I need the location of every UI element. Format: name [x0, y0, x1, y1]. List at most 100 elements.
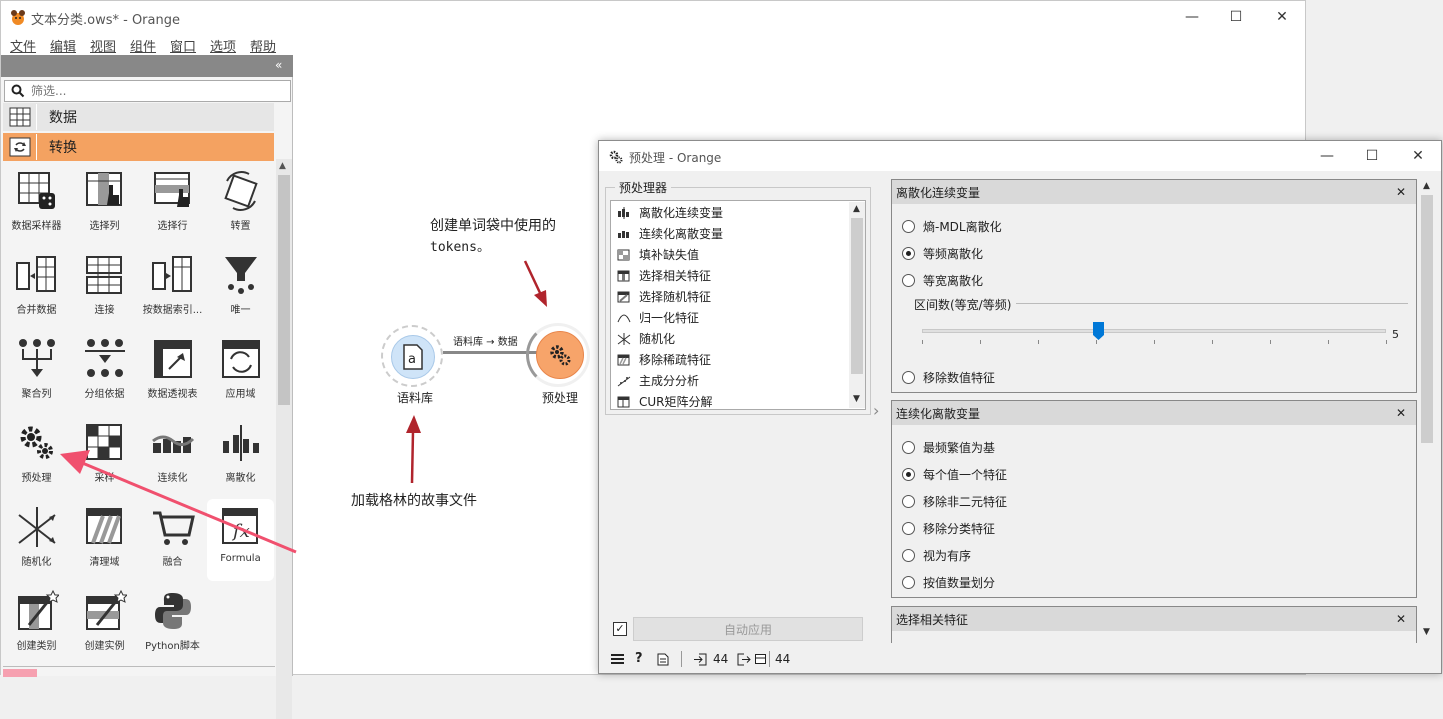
radio-remove-numeric[interactable]: 移除数值特征: [902, 369, 995, 386]
scroll-thumb[interactable]: [278, 175, 290, 405]
annotation-top-line1[interactable]: 创建单词袋中使用的: [430, 215, 556, 235]
menu-file[interactable]: 文件: [10, 36, 36, 55]
widget-aggregate-columns[interactable]: 聚合列: [3, 331, 70, 415]
menu-view[interactable]: 视图: [90, 36, 116, 55]
radio-one-per-value[interactable]: 每个值一个特征: [902, 466, 1007, 483]
menu-options[interactable]: 选项: [210, 36, 236, 55]
annotation-bottom[interactable]: 加载格林的故事文件: [351, 490, 477, 510]
radio-label: 熵-MDL离散化: [923, 220, 1002, 234]
widget-merge-data[interactable]: 合并数据: [3, 247, 70, 331]
widget-select-rows[interactable]: 选择行: [139, 163, 206, 247]
interval-slider-track[interactable]: [922, 329, 1386, 333]
category-data[interactable]: 数据: [3, 103, 274, 131]
sections-scrollbar[interactable]: ▲ ▼: [1419, 177, 1435, 643]
report-icon[interactable]: [657, 653, 669, 666]
widget-create-class[interactable]: 创建类别: [3, 583, 70, 667]
radio-button[interactable]: [902, 549, 915, 562]
scroll-down-arrow-icon[interactable]: ▼: [1423, 627, 1430, 637]
interval-slider-handle[interactable]: [1092, 322, 1104, 340]
widget-concatenate[interactable]: 连接: [71, 247, 138, 331]
chevron-right-icon[interactable]: ›: [873, 401, 879, 420]
apply-button[interactable]: 自动应用: [633, 617, 863, 641]
widget-data-sampler[interactable]: 数据采样器: [3, 163, 70, 247]
radio-equal-width[interactable]: 等宽离散化: [902, 272, 983, 289]
close-button[interactable]: ✕: [1259, 1, 1305, 33]
scroll-down-arrow-icon[interactable]: ▼: [853, 394, 860, 404]
transpose-icon: [219, 169, 263, 213]
widget-group-by[interactable]: 分组依据: [71, 331, 138, 415]
minimize-button[interactable]: —: [1169, 1, 1215, 33]
close-icon[interactable]: ✕: [1396, 612, 1406, 626]
auto-apply-checkbox[interactable]: ✓: [613, 622, 627, 636]
filter-input[interactable]: [31, 83, 281, 99]
menu-help[interactable]: 帮助: [250, 36, 276, 55]
radio-remove-non-binary[interactable]: 移除非二元特征: [902, 493, 1007, 510]
radio-button[interactable]: [902, 522, 915, 535]
filter-box[interactable]: [4, 80, 291, 102]
scroll-up-arrow-icon[interactable]: ▲: [853, 204, 860, 214]
close-icon[interactable]: ✕: [1396, 406, 1406, 420]
arrow-annotation-top[interactable]: [521, 259, 551, 309]
menu-edit[interactable]: 编辑: [50, 36, 76, 55]
panel-scrollbar[interactable]: ▲: [276, 159, 292, 719]
radio-button[interactable]: [902, 371, 915, 384]
slider-tick: [1212, 340, 1213, 344]
widget-pivot-table[interactable]: 数据透视表: [139, 331, 206, 415]
maximize-button[interactable]: ☐: [1213, 1, 1259, 33]
pp-maximize-button[interactable]: ☐: [1349, 141, 1395, 171]
help-icon[interactable]: ?: [635, 651, 643, 666]
annotation-top-line2[interactable]: tokens。: [430, 236, 490, 255]
menu-widget[interactable]: 组件: [130, 36, 156, 55]
collapse-panel-button[interactable]: «: [275, 58, 282, 72]
list-item[interactable]: 连续化离散变量: [611, 223, 723, 244]
close-icon[interactable]: ✕: [1396, 185, 1406, 199]
menu-window[interactable]: 窗口: [170, 36, 196, 55]
pp-close-button[interactable]: ✕: [1395, 141, 1441, 171]
widget-unique[interactable]: 唯一: [207, 247, 274, 331]
list-item[interactable]: 归一化特征: [611, 307, 699, 328]
list-item[interactable]: 选择随机特征: [611, 286, 711, 307]
radio-button[interactable]: [902, 441, 915, 454]
table-icon: [3, 104, 37, 130]
list-scrollbar[interactable]: ▲ ▼: [849, 202, 865, 408]
list-item[interactable]: CUR矩阵分解: [611, 391, 713, 412]
scroll-thumb[interactable]: [1421, 195, 1433, 443]
radio-button[interactable]: [902, 495, 915, 508]
radio-treat-as-ordinal[interactable]: 视为有序: [902, 547, 971, 564]
pp-minimize-button[interactable]: —: [1304, 141, 1350, 171]
widget-python-script[interactable]: Python脚本: [139, 583, 206, 667]
widget-transpose[interactable]: 转置: [207, 163, 274, 247]
radio-equal-freq[interactable]: 等频离散化: [902, 245, 983, 262]
radio-divide-by-values[interactable]: 按值数量划分: [902, 574, 995, 591]
list-item[interactable]: 填补缺失值: [611, 244, 699, 265]
widget-select-columns[interactable]: 选择列: [71, 163, 138, 247]
widget-create-instance[interactable]: 创建实例: [71, 583, 138, 667]
widget-split-by-index[interactable]: 按数据索引...: [139, 247, 206, 331]
radio-button[interactable]: [902, 247, 915, 260]
scroll-up-arrow-icon[interactable]: ▲: [279, 161, 286, 171]
scroll-up-arrow-icon[interactable]: ▲: [1423, 181, 1430, 191]
radio-button[interactable]: [902, 468, 915, 481]
category-transform[interactable]: 转换: [3, 133, 274, 161]
radio-button[interactable]: [902, 220, 915, 233]
scroll-thumb[interactable]: [851, 218, 863, 374]
hamburger-icon[interactable]: [611, 653, 624, 665]
widget-apply-domain[interactable]: 应用域: [207, 331, 274, 415]
radio-button[interactable]: [902, 576, 915, 589]
radio-label: 视为有序: [923, 549, 972, 563]
next-category-stub[interactable]: [3, 669, 37, 677]
preprocessor-list[interactable]: 离散化连续变量 连续化离散变量 填补缺失值 选择相关特征 选择随机特征 归一化特…: [610, 200, 866, 410]
list-item[interactable]: 移除稀疏特征: [611, 349, 711, 370]
preprocess-node[interactable]: [536, 331, 584, 379]
radio-remove-categorical[interactable]: 移除分类特征: [902, 520, 995, 537]
arrow-annotation-bottom[interactable]: [401, 413, 425, 485]
radio-entropy-mdl[interactable]: 熵-MDL离散化: [902, 218, 1002, 235]
radio-button[interactable]: [902, 274, 915, 287]
list-item[interactable]: 随机化: [611, 328, 675, 349]
radio-most-frequent-base[interactable]: 最频繁值为基: [902, 439, 995, 456]
link-line[interactable]: [443, 351, 538, 354]
corpus-node[interactable]: a: [391, 335, 435, 379]
list-item[interactable]: 主成分分析: [611, 370, 699, 391]
list-item[interactable]: 选择相关特征: [611, 265, 711, 286]
list-item[interactable]: 离散化连续变量: [611, 202, 723, 223]
